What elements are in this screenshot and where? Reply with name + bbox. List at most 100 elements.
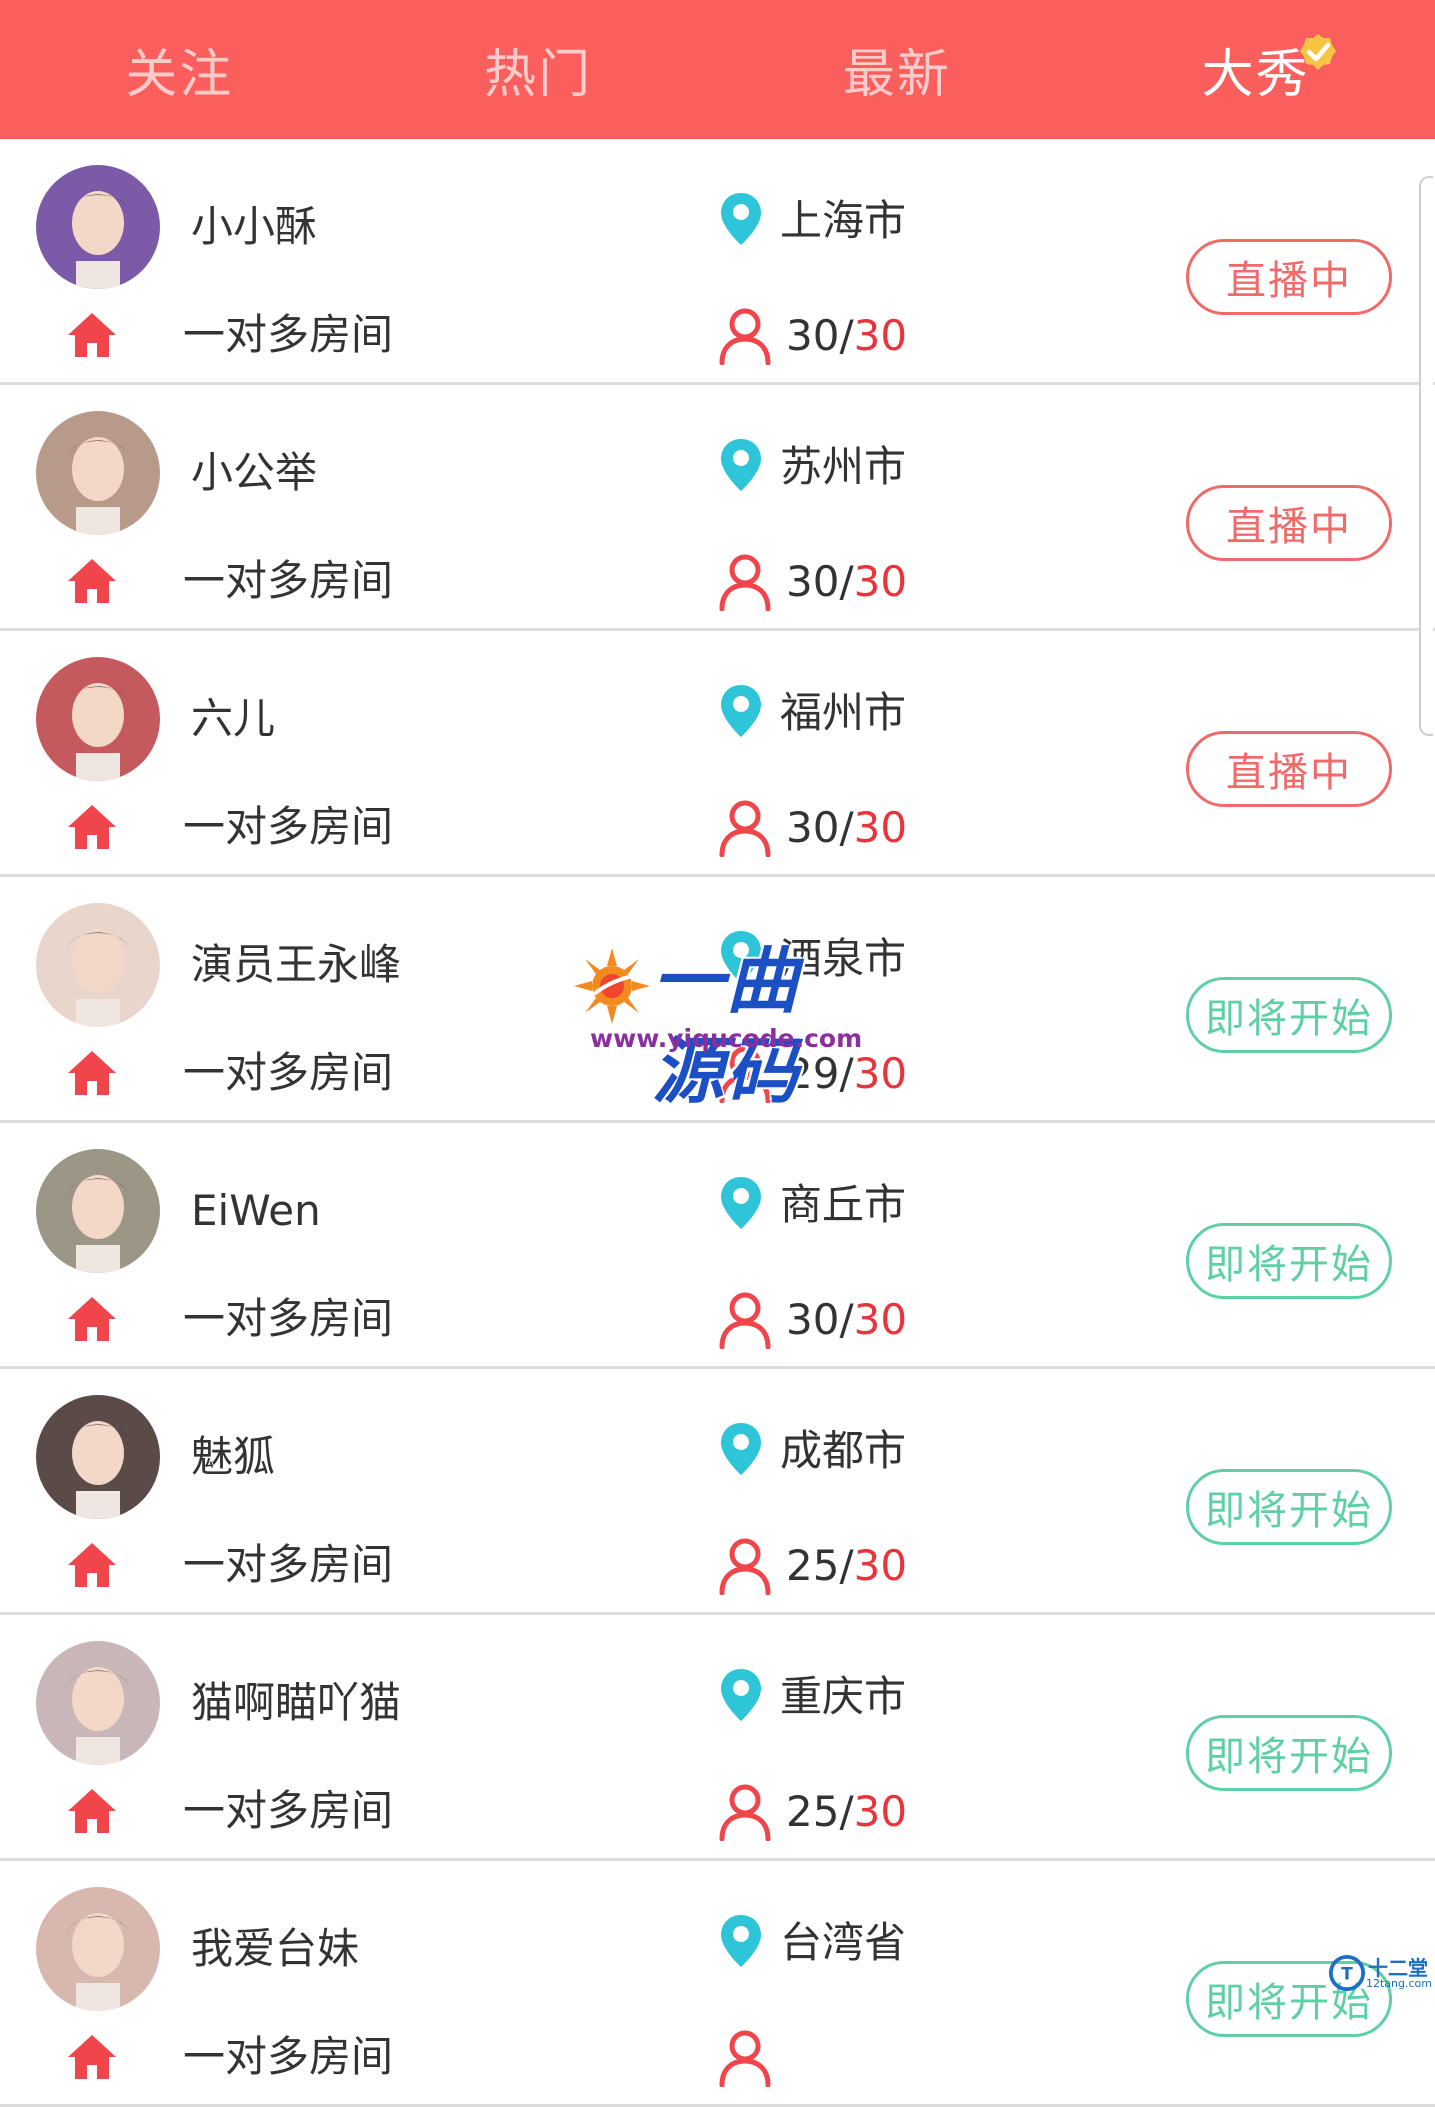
viewer-count: 25/30 (786, 1538, 907, 1594)
top-tab-bar: 关注 热门 最新 大秀 (0, 0, 1435, 139)
room-row[interactable]: 六儿 一对多房间 福州市 30/30 直播中 (0, 631, 1435, 877)
room-type: 一对多房间 (183, 310, 394, 359)
tab-follow[interactable]: 关注 (0, 0, 359, 139)
city: 福州市 (780, 688, 907, 737)
status-button[interactable]: 直播中 (1186, 485, 1392, 561)
avatar[interactable] (36, 903, 160, 1027)
streamer-name: 魅狐 (191, 1432, 276, 1481)
corner-logo: T 十二堂 12tang.com (1328, 1950, 1434, 1996)
user-icon (718, 307, 772, 366)
location-pin-icon (718, 191, 764, 247)
viewer-capacity: 30 (853, 557, 908, 606)
city: 酒泉市 (780, 934, 907, 983)
viewer-separator: / (839, 311, 854, 360)
room-row[interactable]: 演员王永峰一对多房间 酒泉市 29/30 即将开始 (0, 877, 1435, 1123)
avatar[interactable] (36, 1641, 160, 1765)
viewer-count: 30/30 (786, 554, 907, 610)
corner-logo-url: 12tang.com (1366, 1977, 1432, 1990)
room-type: 一对多房间 (183, 1786, 394, 1835)
viewer-capacity: 30 (853, 1541, 908, 1590)
viewer-current: 30 (786, 803, 840, 852)
room-type: 一对多房间 (183, 1048, 394, 1097)
status-button[interactable]: 直播中 (1186, 239, 1392, 315)
streamer-name: 猫啊瞄吖猫 (191, 1678, 402, 1727)
viewer-capacity: 30 (853, 1295, 908, 1344)
home-icon (66, 1293, 118, 1345)
user-icon (718, 1045, 772, 1104)
tab-show-label: 大秀 (1201, 45, 1310, 105)
tab-follow-label: 关注 (125, 45, 234, 105)
status-button[interactable]: 即将开始 (1186, 1715, 1392, 1791)
tab-latest[interactable]: 最新 (718, 0, 1077, 139)
home-icon (66, 801, 118, 853)
room-row[interactable]: 小公举 一对多房间 苏州市 30/30 直播中 (0, 385, 1435, 631)
viewer-count: 30/30 (786, 1292, 907, 1348)
room-type: 一对多房间 (183, 802, 394, 851)
location-pin-icon (718, 1667, 764, 1723)
viewer-current: 29 (786, 1049, 840, 1098)
viewer-capacity: 30 (853, 311, 908, 360)
avatar[interactable] (36, 1149, 160, 1273)
viewer-separator: / (839, 1049, 854, 1098)
viewer-current: 25 (786, 1787, 840, 1836)
home-icon (66, 1785, 118, 1837)
room-row[interactable]: 魅狐 一对多房间 成都市 25/30 即将开始 (0, 1369, 1435, 1615)
status-button[interactable]: 直播中 (1186, 731, 1392, 807)
viewer-capacity: 30 (853, 1049, 908, 1098)
avatar[interactable] (36, 657, 160, 781)
viewer-current: 30 (786, 311, 840, 360)
room-row[interactable]: 猫啊瞄吖猫一对多房间 重庆市 25/30 即将开始 (0, 1615, 1435, 1861)
avatar[interactable] (36, 1887, 160, 2011)
streamer-name: 演员王永峰 (191, 940, 402, 989)
location-pin-icon (718, 1175, 764, 1231)
viewer-separator: / (839, 1541, 854, 1590)
avatar[interactable] (36, 165, 160, 289)
home-icon (66, 309, 118, 361)
streamer-name: 小公举 (191, 448, 318, 497)
room-list: 小小酥 一对多房间 上海市 30/30 直播中 小公举 一对多房间 苏州市 30/30 直播中 六儿… (0, 139, 1435, 2107)
user-icon (718, 1783, 772, 1842)
user-icon (718, 1291, 772, 1350)
streamer-name: 六儿 (191, 694, 276, 743)
tab-latest-label: 最新 (842, 45, 951, 105)
viewer-separator: / (839, 1787, 854, 1836)
scrollbar[interactable] (1419, 176, 1433, 736)
avatar[interactable] (36, 1395, 160, 1519)
home-icon (66, 1047, 118, 1099)
home-icon (66, 2031, 118, 2083)
viewer-current: 25 (786, 1541, 840, 1590)
viewer-current: 30 (786, 557, 840, 606)
status-button[interactable]: 即将开始 (1186, 1223, 1392, 1299)
tab-show[interactable]: 大秀 (1076, 0, 1435, 139)
viewer-capacity: 30 (853, 803, 908, 852)
location-pin-icon (718, 929, 764, 985)
corner-logo-icon: T (1328, 1954, 1366, 1992)
home-icon (66, 555, 118, 607)
room-row[interactable]: 我爱台妹 一对多房间 台湾省 即将开始 (0, 1861, 1435, 2107)
location-pin-icon (718, 437, 764, 493)
room-type: 一对多房间 (183, 2032, 394, 2081)
home-icon (66, 1539, 118, 1591)
viewer-count: 25/30 (786, 1784, 907, 1840)
viewer-count: 30/30 (786, 308, 907, 364)
viewer-capacity: 30 (853, 1787, 908, 1836)
streamer-name: EiWen (191, 1186, 321, 1235)
city: 商丘市 (780, 1180, 907, 1229)
room-row[interactable]: EiWen 一对多房间 商丘市 30/30 即将开始 (0, 1123, 1435, 1369)
user-icon (718, 799, 772, 858)
city: 成都市 (780, 1426, 907, 1475)
user-icon (718, 553, 772, 612)
avatar[interactable] (36, 411, 160, 535)
city: 苏州市 (780, 442, 907, 491)
tab-hot-label: 热门 (484, 45, 593, 105)
status-button[interactable]: 即将开始 (1186, 1469, 1392, 1545)
city: 重庆市 (780, 1672, 907, 1721)
viewer-separator: / (839, 557, 854, 606)
viewer-current: 30 (786, 1295, 840, 1344)
viewer-count: 29/30 (786, 1046, 907, 1102)
status-button[interactable]: 即将开始 (1186, 977, 1392, 1053)
location-pin-icon (718, 1913, 764, 1969)
tab-hot[interactable]: 热门 (359, 0, 718, 139)
svg-text:T: T (1341, 1965, 1353, 1985)
room-row[interactable]: 小小酥 一对多房间 上海市 30/30 直播中 (0, 139, 1435, 385)
